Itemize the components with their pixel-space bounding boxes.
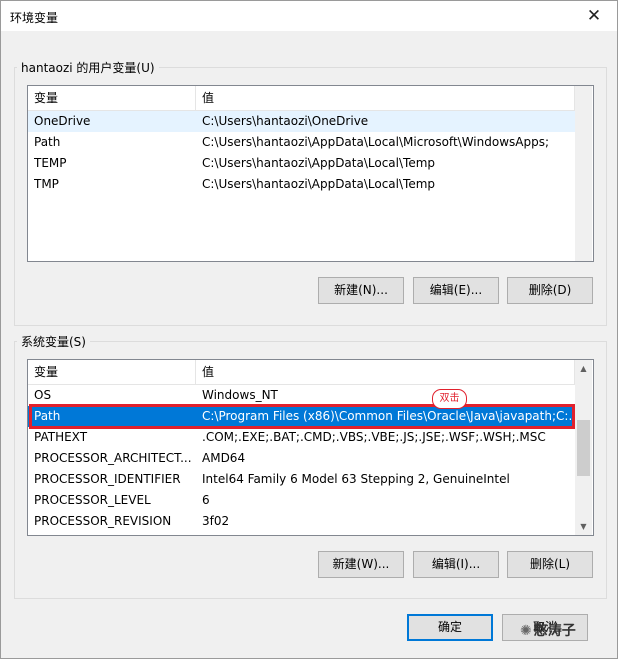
variable-name: PROCESSOR_ARCHITECT...: [34, 451, 192, 465]
variable-name: PROCESSOR_LEVEL: [34, 493, 151, 507]
system-edit-button[interactable]: 编辑(I)...: [413, 551, 499, 578]
system-new-button[interactable]: 新建(W)...: [318, 551, 404, 578]
watermark-text: 憨涛子: [533, 623, 576, 639]
double-click-annotation: 双击: [432, 389, 467, 409]
user-list-scrollbar[interactable]: [575, 86, 592, 261]
variable-name: OneDrive: [34, 114, 91, 128]
scroll-down-icon[interactable]: ▼: [575, 518, 592, 535]
list-item[interactable]: PATHEXT .COM;.EXE;.BAT;.CMD;.VBS;.VBE;.J…: [28, 427, 575, 448]
user-list-header: 变量 值: [28, 86, 575, 111]
variable-name: PATHEXT: [34, 430, 88, 444]
close-icon[interactable]: ✕: [571, 1, 617, 31]
title-bar: 环境变量 ✕: [1, 1, 617, 31]
watermark: ✺ 憨涛子: [520, 619, 576, 643]
list-item[interactable]: Path C:\Users\hantaozi\AppData\Local\Mic…: [28, 132, 575, 153]
scroll-up-icon[interactable]: ▲: [575, 360, 592, 377]
variable-name: Path: [34, 135, 61, 149]
variable-value: C:\Users\hantaozi\AppData\Local\Microsof…: [202, 135, 549, 149]
variable-value: Intel64 Family 6 Model 63 Stepping 2, Ge…: [202, 472, 510, 486]
system-delete-button[interactable]: 删除(L): [507, 551, 593, 578]
user-variables-list[interactable]: 变量 值 OneDrive C:\Users\hantaozi\OneDrive…: [27, 85, 594, 262]
variable-name: TEMP: [34, 156, 67, 170]
list-item[interactable]: PROCESSOR_REVISION 3f02: [28, 511, 575, 532]
variable-value: C:\Users\hantaozi\OneDrive: [202, 114, 369, 128]
variable-value: C:\Program Files (x86)\Common Files\Orac…: [202, 409, 580, 423]
user-delete-button[interactable]: 删除(D): [507, 277, 593, 304]
variable-value: C:\Users\hantaozi\AppData\Local\Temp: [202, 177, 436, 191]
list-item[interactable]: TEMP C:\Users\hantaozi\AppData\Local\Tem…: [28, 153, 575, 174]
variable-name: PROCESSOR_REVISION: [34, 514, 172, 528]
variable-value: C:\Users\hantaozi\AppData\Local\Temp: [202, 156, 436, 170]
ok-button[interactable]: 确定: [407, 614, 493, 641]
system-variables-label: 系统变量(S): [21, 335, 86, 349]
column-header-value[interactable]: 值: [196, 86, 575, 110]
variable-name: PROCESSOR_IDENTIFIER: [34, 472, 181, 486]
window-title: 环境变量: [10, 11, 59, 25]
list-item[interactable]: OneDrive C:\Users\hantaozi\OneDrive: [28, 111, 575, 132]
list-item[interactable]: PROCESSOR_IDENTIFIER Intel64 Family 6 Mo…: [28, 469, 575, 490]
user-variables-label: hantaozi 的用户变量(U): [21, 61, 155, 75]
column-header-value[interactable]: 值: [196, 360, 575, 384]
system-list-header: 变量 值: [28, 360, 575, 385]
variable-value: 3f02: [202, 514, 230, 528]
variable-name: TMP: [34, 177, 59, 191]
variable-name: OS: [34, 388, 52, 402]
list-item[interactable]: PROCESSOR_ARCHITECT... AMD64: [28, 448, 575, 469]
variable-value: AMD64: [202, 451, 246, 465]
scroll-thumb[interactable]: [577, 420, 590, 476]
column-header-variable[interactable]: 变量: [28, 360, 196, 384]
variable-value: 6: [202, 493, 210, 507]
environment-variables-dialog: 环境变量 ✕ hantaozi 的用户变量(U) 变量 值 OneDrive C…: [0, 0, 618, 659]
variable-value: .COM;.EXE;.BAT;.CMD;.VBS;.VBE;.JS;.JSE;.…: [202, 430, 546, 444]
variable-name: Path: [34, 409, 61, 423]
list-item[interactable]: PROCESSOR_LEVEL 6: [28, 490, 575, 511]
column-header-variable[interactable]: 变量: [28, 86, 196, 110]
user-new-button[interactable]: 新建(N)...: [318, 277, 404, 304]
list-item[interactable]: OS Windows_NT: [28, 385, 575, 406]
list-item[interactable]: TMP C:\Users\hantaozi\AppData\Local\Temp: [28, 174, 575, 195]
system-variables-list[interactable]: 变量 值 OS Windows_NT Path C:\Program Files…: [27, 359, 594, 536]
wechat-icon: ✺: [520, 623, 532, 639]
variable-value: Windows_NT: [202, 388, 278, 402]
user-edit-button[interactable]: 编辑(E)...: [413, 277, 499, 304]
system-list-scrollbar[interactable]: ▲ ▼: [575, 360, 592, 535]
list-item-selected[interactable]: Path C:\Program Files (x86)\Common Files…: [28, 406, 580, 427]
